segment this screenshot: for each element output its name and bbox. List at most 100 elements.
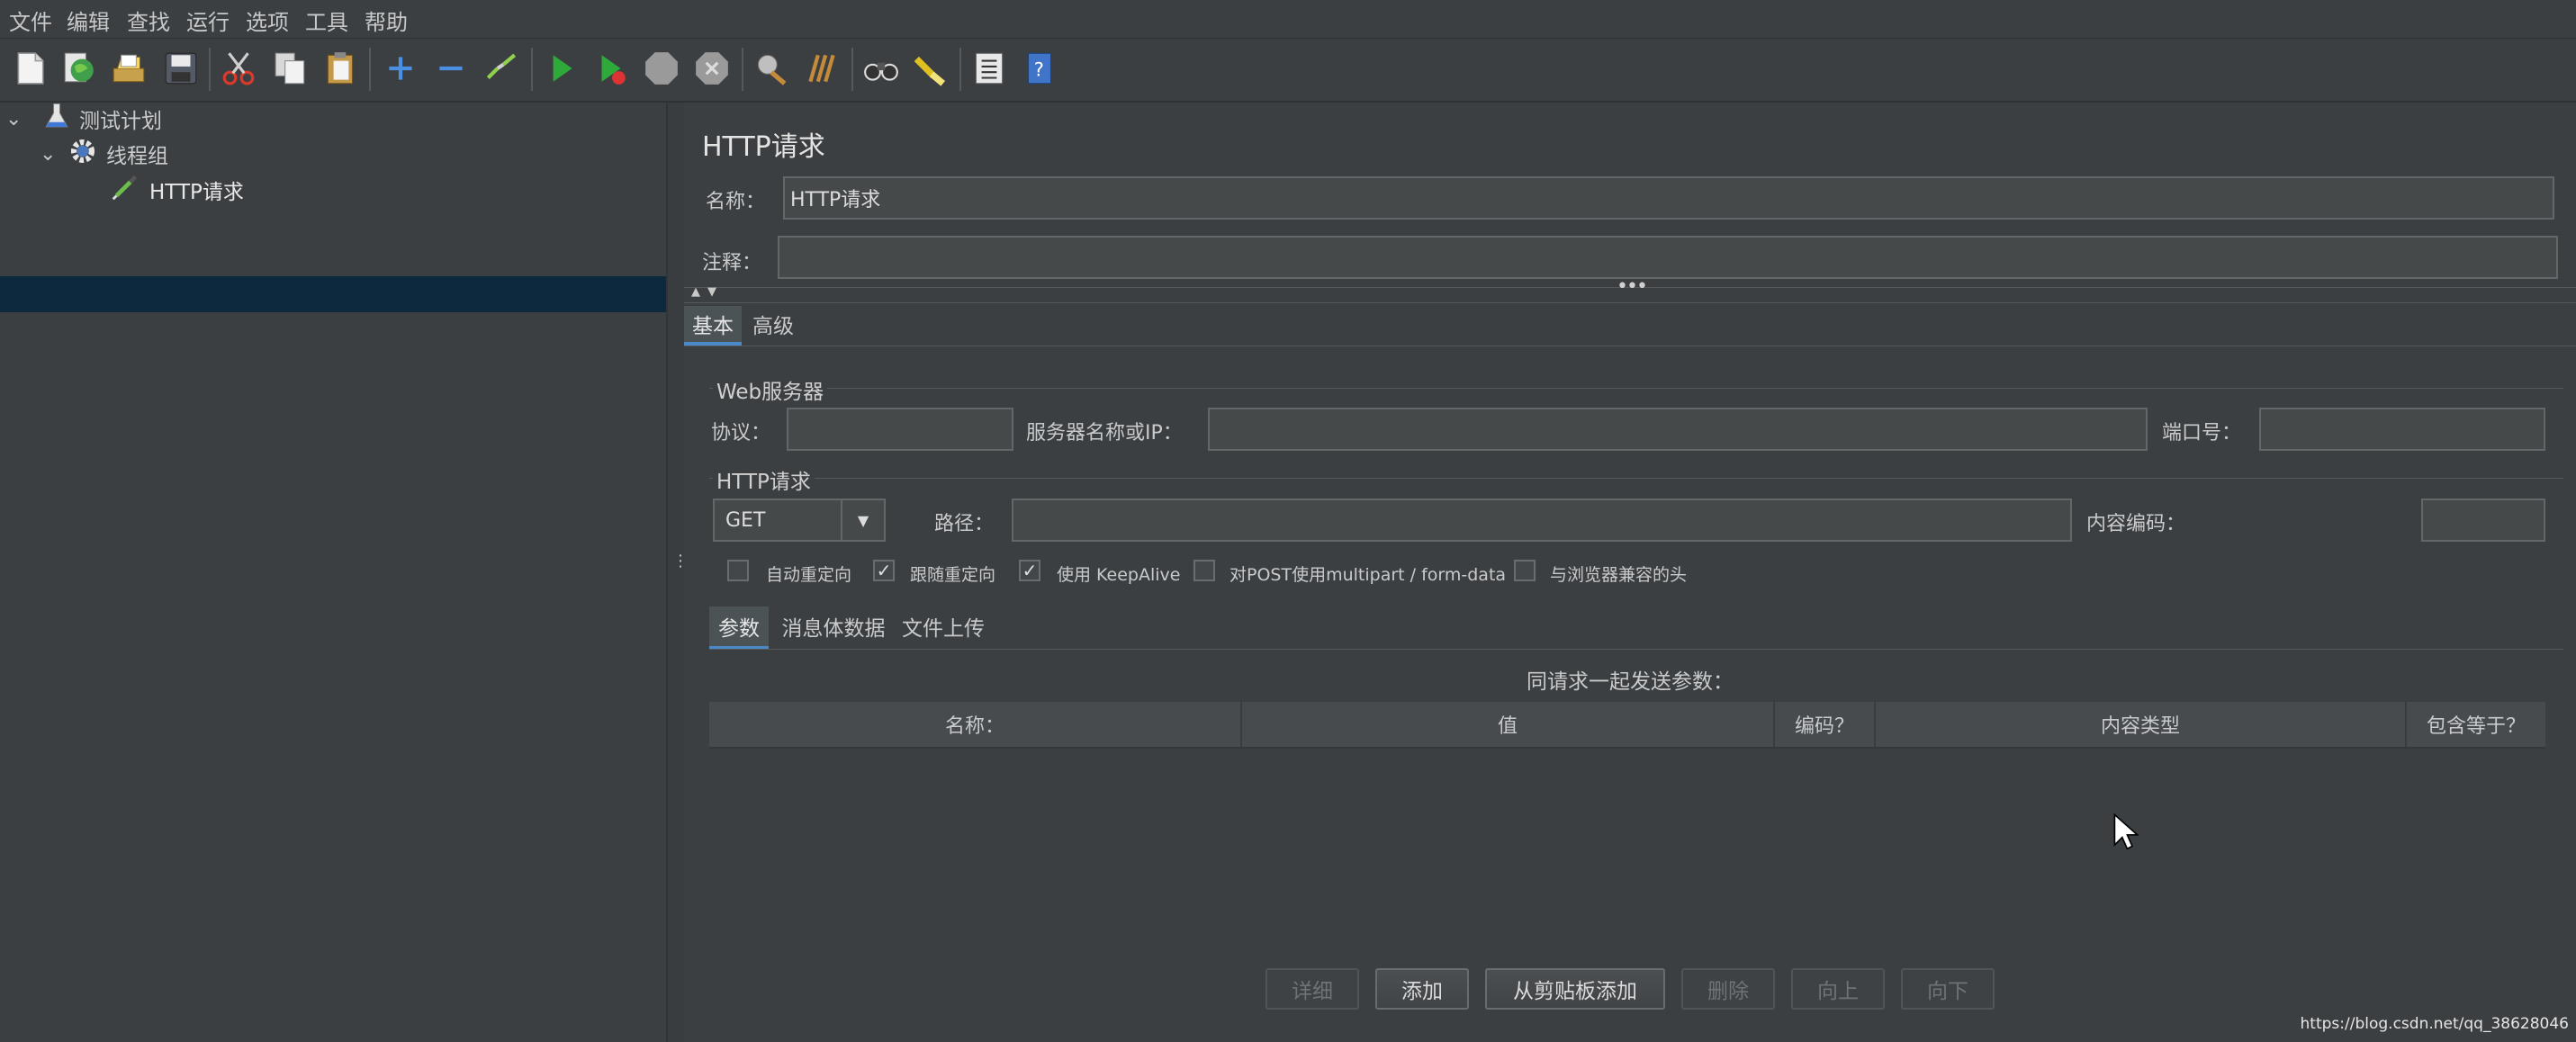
chevron-down-icon[interactable]: ⌄ bbox=[5, 108, 29, 130]
clear-icon[interactable] bbox=[751, 48, 792, 89]
drag-handle-icon[interactable]: ••• bbox=[1617, 275, 1648, 298]
move-up-button[interactable]: 向上 bbox=[1791, 968, 1885, 1010]
tree-node-http-request[interactable]: HTTP请求 bbox=[108, 173, 244, 207]
tree-selection-highlight bbox=[0, 276, 666, 312]
follow-redirect-label: 跟随重定向 bbox=[910, 565, 996, 585]
port-label: 端口号： bbox=[2162, 422, 2242, 445]
tab-files-upload[interactable]: 文件上传 bbox=[896, 606, 990, 646]
encoding-field[interactable] bbox=[2421, 499, 2545, 542]
follow-redirect-checkbox[interactable]: ✓ bbox=[873, 560, 895, 581]
chevron-down-icon[interactable]: ▼ bbox=[841, 500, 884, 540]
keepalive-checkbox[interactable]: ✓ bbox=[1019, 560, 1040, 581]
check-icon: ✓ bbox=[876, 560, 892, 581]
col-include-equals[interactable]: 包含等于？ bbox=[2407, 702, 2545, 747]
auto-redirect-label: 自动重定向 bbox=[766, 565, 852, 585]
tree-label-test-plan: 测试计划 bbox=[79, 110, 162, 133]
browser-headers-label: 与浏览器兼容的头 bbox=[1550, 565, 1688, 585]
detail-button[interactable]: 详细 bbox=[1265, 968, 1359, 1010]
add-button[interactable]: 添加 bbox=[1375, 968, 1469, 1010]
collapse-bar[interactable]: ▲ ▼ ••• bbox=[684, 275, 2576, 303]
multipart-label: 对POST使用multipart / form-data bbox=[1229, 565, 1507, 585]
tree-label-http-request: HTTP请求 bbox=[149, 181, 244, 204]
menu-file[interactable]: 文件 bbox=[9, 4, 52, 36]
expand-icon[interactable] bbox=[380, 48, 421, 89]
col-encode[interactable]: 编码？ bbox=[1775, 702, 1876, 747]
clear-all-icon[interactable] bbox=[801, 48, 842, 89]
auto-redirect-checkbox[interactable] bbox=[727, 560, 749, 581]
parameters-table-header: 名称： 值 编码？ 内容类型 包含等于？ bbox=[709, 702, 2545, 749]
menu-tools[interactable]: 工具 bbox=[305, 4, 348, 36]
page-title: HTTP请求 bbox=[702, 131, 825, 163]
tab-basic[interactable]: 基本 bbox=[684, 306, 742, 346]
reset-search-icon[interactable] bbox=[909, 48, 950, 89]
http-request-section-title: HTTP请求 bbox=[713, 464, 815, 495]
watermark: https://blog.csdn.net/qq_38628046 bbox=[2300, 1015, 2569, 1033]
shutdown-icon[interactable] bbox=[691, 48, 733, 89]
protocol-label: 协议： bbox=[711, 422, 771, 445]
save-icon[interactable] bbox=[160, 48, 202, 89]
port-field[interactable] bbox=[2259, 408, 2545, 451]
start-icon[interactable] bbox=[540, 48, 581, 89]
web-server-section-title: Web服务器 bbox=[713, 374, 828, 405]
col-content-type[interactable]: 内容类型 bbox=[1876, 702, 2407, 747]
col-value[interactable]: 值 bbox=[1242, 702, 1775, 747]
gear-icon bbox=[67, 135, 99, 173]
tab-body-data[interactable]: 消息体数据 bbox=[778, 606, 889, 646]
tree-node-test-plan[interactable]: ⌄ 测试计划 bbox=[5, 102, 162, 136]
delete-button[interactable]: 删除 bbox=[1681, 968, 1775, 1010]
multipart-checkbox[interactable] bbox=[1193, 560, 1215, 581]
chevron-down-icon[interactable]: ⌄ bbox=[40, 143, 63, 166]
move-down-button[interactable]: 向下 bbox=[1901, 968, 1995, 1010]
tab-parameters[interactable]: 参数 bbox=[709, 606, 769, 650]
menu-run[interactable]: 运行 bbox=[186, 4, 230, 36]
new-icon[interactable] bbox=[9, 48, 50, 89]
server-field[interactable] bbox=[1208, 408, 2148, 451]
parameters-caption: 同请求一起发送参数： bbox=[1527, 670, 1734, 694]
svg-text:?: ? bbox=[1034, 58, 1044, 80]
comment-label: 注释： bbox=[702, 252, 762, 274]
toolbar: ? bbox=[0, 39, 2576, 103]
start-no-pauses-icon[interactable] bbox=[590, 48, 632, 89]
encoding-label: 内容编码： bbox=[2086, 513, 2186, 535]
function-helper-icon[interactable] bbox=[968, 48, 1010, 89]
open-icon[interactable] bbox=[108, 48, 149, 89]
add-from-clipboard-button[interactable]: 从剪贴板添加 bbox=[1485, 968, 1665, 1010]
stop-icon[interactable] bbox=[641, 48, 682, 89]
protocol-field[interactable] bbox=[787, 408, 1013, 451]
browser-headers-checkbox[interactable] bbox=[1514, 560, 1536, 581]
split-pane-divider[interactable]: ⋮ bbox=[666, 103, 689, 1042]
help-icon[interactable]: ? bbox=[1019, 48, 1060, 89]
arrow-down-icon[interactable]: ▼ bbox=[707, 285, 716, 299]
test-plan-tree: ⌄ 测试计划 ⌄ 线程组 HTTP请求 bbox=[0, 103, 666, 1042]
tree-node-thread-group[interactable]: ⌄ 线程组 bbox=[40, 137, 168, 171]
check-icon: ✓ bbox=[1022, 560, 1038, 581]
name-field[interactable]: HTTP请求 bbox=[783, 176, 2554, 220]
menu-options[interactable]: 选项 bbox=[246, 4, 289, 36]
col-name[interactable]: 名称： bbox=[709, 702, 1242, 747]
menu-bar: 文件 编辑 查找 运行 选项 工具 帮助 bbox=[0, 0, 2576, 39]
search-icon[interactable] bbox=[860, 48, 902, 89]
flask-icon bbox=[41, 101, 72, 137]
tree-label-thread-group: 线程组 bbox=[106, 145, 168, 168]
pipette-icon bbox=[108, 170, 142, 210]
keepalive-label: 使用 KeepAlive bbox=[1057, 565, 1181, 585]
toggle-icon[interactable] bbox=[481, 48, 522, 89]
tab-advanced[interactable]: 高级 bbox=[749, 306, 797, 342]
http-request-panel: HTTP请求 名称： HTTP请求 注释： ▲ ▼ ••• 基本 高级 Web服… bbox=[684, 103, 2576, 1042]
menu-edit[interactable]: 编辑 bbox=[67, 4, 110, 36]
collapse-icon[interactable] bbox=[430, 48, 472, 89]
mouse-cursor-icon bbox=[2113, 813, 2139, 857]
cut-icon[interactable] bbox=[218, 48, 259, 89]
server-label: 服务器名称或IP： bbox=[1026, 422, 1183, 445]
comment-field[interactable] bbox=[778, 236, 2558, 279]
menu-search[interactable]: 查找 bbox=[127, 4, 170, 36]
arrow-up-icon[interactable]: ▲ bbox=[691, 285, 700, 299]
method-select[interactable]: GET ▼ bbox=[713, 499, 886, 542]
templates-icon[interactable] bbox=[58, 48, 99, 89]
name-label: 名称： bbox=[706, 191, 766, 213]
paste-icon[interactable] bbox=[320, 48, 362, 89]
copy-icon[interactable] bbox=[270, 48, 311, 89]
path-label: 路径： bbox=[934, 513, 995, 535]
menu-help[interactable]: 帮助 bbox=[365, 4, 408, 36]
path-field[interactable] bbox=[1012, 499, 2072, 542]
